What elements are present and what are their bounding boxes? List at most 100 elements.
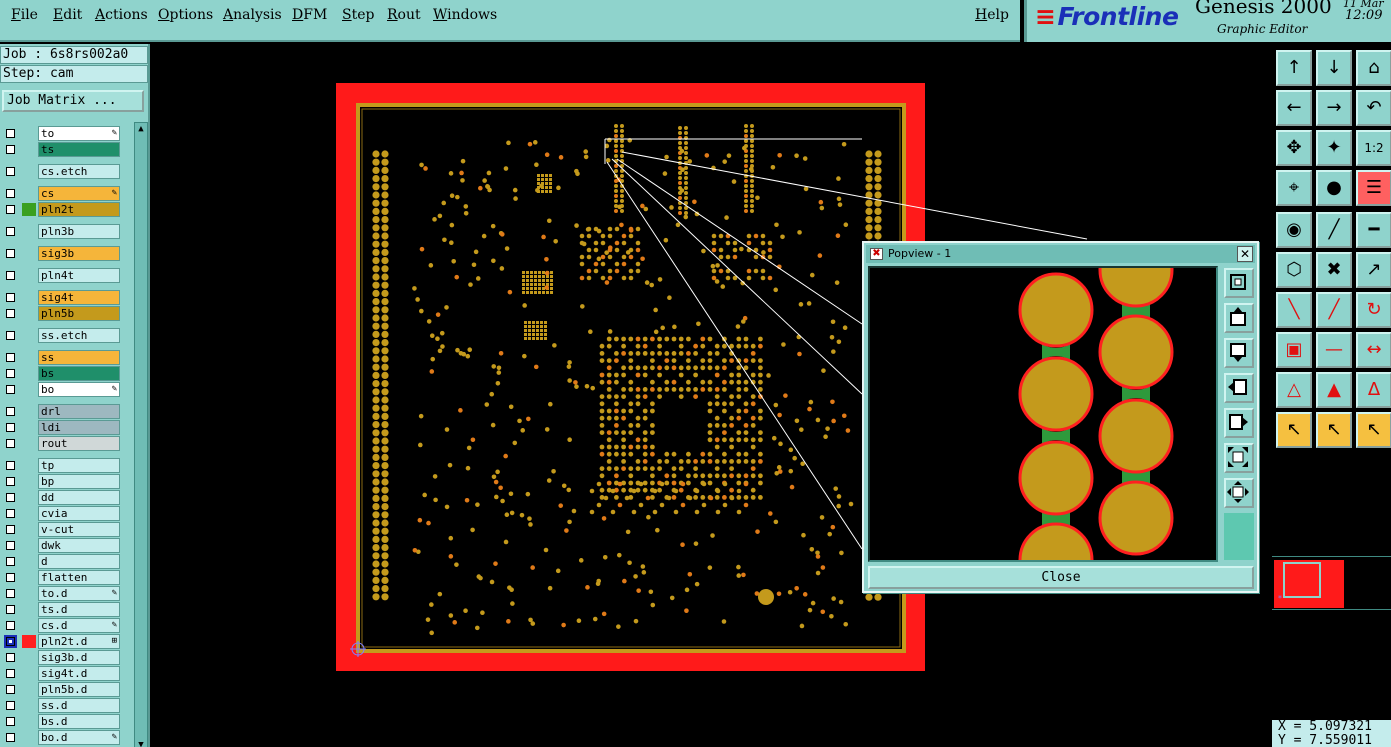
tool-add-node-button[interactable]: ↗ [1356, 252, 1391, 288]
layer-row-cs[interactable]: cs ✎ [2, 186, 120, 201]
layer-row-pln5b-d[interactable]: pln5b.d [2, 682, 120, 697]
layer-name[interactable]: ss [38, 350, 120, 365]
layer-name[interactable]: to.d ✎ [38, 586, 120, 601]
layer-name[interactable]: sig3b.d [38, 650, 120, 665]
layer-name[interactable]: cs.d ✎ [38, 618, 120, 633]
tool-edit-line-button[interactable]: ╱ [1316, 292, 1352, 328]
tool-zoom-1-2-button[interactable]: 1:2 [1356, 130, 1391, 166]
layer-name[interactable]: bo.d ✎ [38, 730, 120, 745]
layer-checkbox[interactable] [6, 525, 15, 534]
layer-row-v-cut[interactable]: v-cut [2, 522, 120, 537]
layer-name[interactable]: pln3b [38, 224, 120, 239]
layer-name[interactable]: cs.etch [38, 164, 120, 179]
layer-checkbox[interactable] [6, 653, 15, 662]
popview-canvas[interactable] [868, 266, 1218, 562]
layer-name[interactable]: bs [38, 366, 120, 381]
layer-row-pln5b[interactable]: pln5b [2, 306, 120, 321]
tool-fit-all-button[interactable]: ✥ [1276, 130, 1312, 166]
layer-checkbox[interactable] [6, 331, 15, 340]
layer-checkbox[interactable] [6, 293, 15, 302]
scroll-down-icon[interactable]: ▼ [136, 739, 146, 747]
layer-checkbox[interactable] [6, 605, 15, 614]
layer-checkbox[interactable] [6, 129, 15, 138]
layer-row-bs-d[interactable]: bs.d [2, 714, 120, 729]
layer-checkbox[interactable] [6, 205, 15, 214]
menu-dfm[interactable]: DFM [292, 7, 327, 23]
popview-pan-up-button[interactable] [1224, 303, 1254, 333]
layer-list-scrollbar[interactable]: ▲ ▼ [134, 122, 148, 747]
layer-name[interactable]: tp [38, 458, 120, 473]
layer-checkbox[interactable] [6, 189, 15, 198]
tool-arc-tool-button[interactable]: ↻ [1356, 292, 1391, 328]
layer-checkbox[interactable] [6, 541, 15, 550]
layer-row-sig3b[interactable]: sig3b [2, 246, 120, 261]
layer-row-drl[interactable]: drl [2, 404, 120, 419]
popview-pan-down-button[interactable] [1224, 338, 1254, 368]
layer-name[interactable]: flatten [38, 570, 120, 585]
layer-checkbox[interactable] [6, 353, 15, 362]
tool-pointer-rotate-button[interactable]: ↖ [1356, 412, 1391, 448]
tool-line-tool-button[interactable]: ╲ [1276, 292, 1312, 328]
popview-pan-left-button[interactable] [1224, 373, 1254, 403]
tool-triangle-move-button[interactable]: Δ [1356, 372, 1391, 408]
layer-row-sig4t[interactable]: sig4t [2, 290, 120, 305]
layer-checkbox[interactable] [6, 493, 15, 502]
scroll-up-icon[interactable]: ▲ [136, 123, 146, 135]
menu-edit[interactable]: Edit [53, 7, 82, 23]
layer-name[interactable]: cs ✎ [38, 186, 120, 201]
layer-name[interactable]: to ✎ [38, 126, 120, 141]
tool-ruler-button[interactable]: ━ [1356, 212, 1391, 248]
layer-checkbox[interactable] [6, 685, 15, 694]
layer-name[interactable]: dwk [38, 538, 120, 553]
layer-row-bo-d[interactable]: bo.d ✎ [2, 730, 120, 745]
layer-row-cs-etch[interactable]: cs.etch [2, 164, 120, 179]
layer-checkbox[interactable] [4, 635, 17, 648]
layer-row-ts-d[interactable]: ts.d [2, 602, 120, 617]
layer-checkbox[interactable] [6, 369, 15, 378]
layer-row-ts[interactable]: ts [2, 142, 120, 157]
layer-checkbox[interactable] [6, 271, 15, 280]
layer-checkbox[interactable] [6, 557, 15, 566]
layer-name[interactable]: ldi [38, 420, 120, 435]
tool-connect-nodes-button[interactable]: ⬡ [1276, 252, 1312, 288]
layer-name[interactable]: pln2t [38, 202, 120, 217]
menu-actions[interactable]: Actions [95, 7, 148, 23]
layer-checkbox[interactable] [6, 573, 15, 582]
layer-checkbox[interactable] [6, 621, 15, 630]
layer-row-dwk[interactable]: dwk [2, 538, 120, 553]
layer-checkbox[interactable] [6, 145, 15, 154]
layer-checkbox[interactable] [6, 669, 15, 678]
layer-name[interactable]: sig3b [38, 246, 120, 261]
layer-name[interactable]: sig4t [38, 290, 120, 305]
layer-checkbox[interactable] [6, 249, 15, 258]
tool-pointer-box-button[interactable]: ↖ [1316, 412, 1352, 448]
layer-checkbox[interactable] [6, 439, 15, 448]
layer-row-ss-d[interactable]: ss.d [2, 698, 120, 713]
layer-name[interactable]: drl [38, 404, 120, 419]
layer-name[interactable]: d [38, 554, 120, 569]
layer-checkbox[interactable] [6, 701, 15, 710]
layer-checkbox[interactable] [6, 407, 15, 416]
tool-zoom-home-button[interactable]: ↑ [1276, 50, 1312, 86]
layer-checkbox[interactable] [6, 717, 15, 726]
layer-row-bs[interactable]: bs [2, 366, 120, 381]
layer-row-flatten[interactable]: flatten [2, 570, 120, 585]
popview-titlebar[interactable]: ✖ Popview - 1 ✕ [866, 245, 1255, 263]
popview-pan-right-button[interactable] [1224, 408, 1254, 438]
tool-delete-node-button[interactable]: ✖ [1316, 252, 1352, 288]
layer-row-cvia[interactable]: cvia [2, 506, 120, 521]
tool-draw-line-button[interactable]: ╱ [1316, 212, 1352, 248]
popview-close-button[interactable]: Close [868, 566, 1254, 589]
layer-name[interactable]: sig4t.d [38, 666, 120, 681]
layer-name[interactable]: v-cut [38, 522, 120, 537]
layer-name[interactable]: pln2t.d ⊞ [38, 634, 120, 649]
layer-name[interactable]: pln5b.d [38, 682, 120, 697]
layer-row-to-d[interactable]: to.d ✎ [2, 586, 120, 601]
layer-name[interactable]: ts.d [38, 602, 120, 617]
popview-close-icon[interactable]: ✕ [1237, 246, 1253, 262]
layer-name[interactable]: cvia [38, 506, 120, 521]
layer-checkbox[interactable] [6, 477, 15, 486]
layer-name[interactable]: ss.etch [38, 328, 120, 343]
layer-checkbox[interactable] [6, 309, 15, 318]
menu-file[interactable]: File [11, 7, 38, 23]
